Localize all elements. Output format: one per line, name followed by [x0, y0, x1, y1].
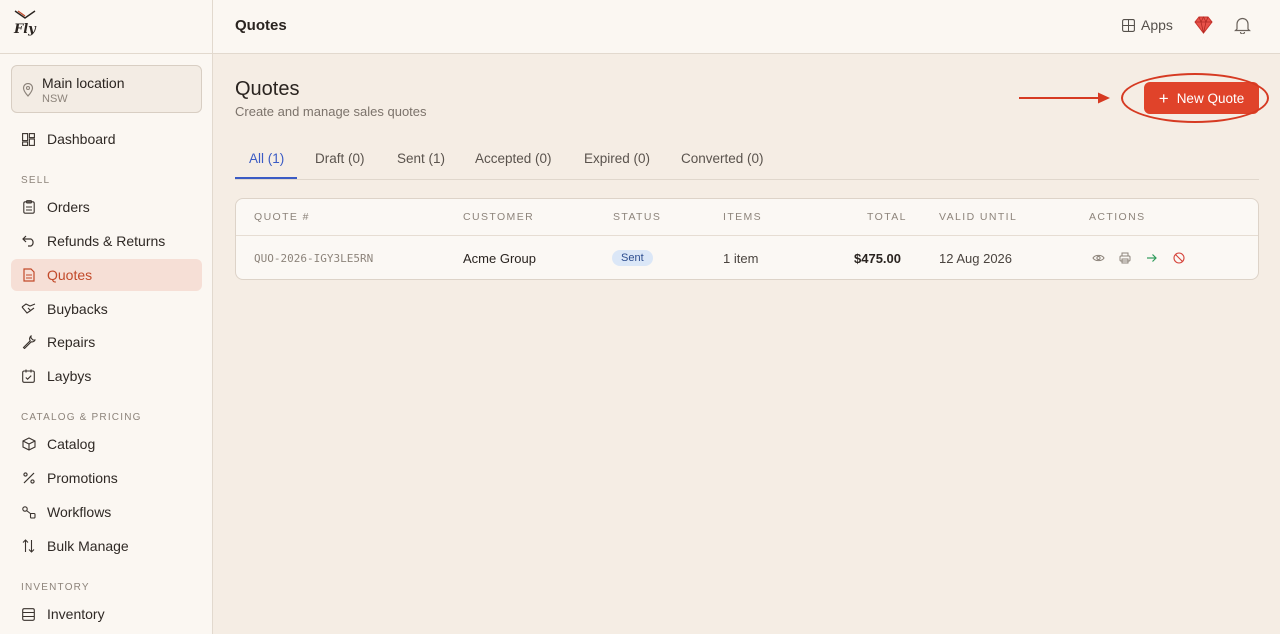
bell-icon[interactable]	[1234, 16, 1251, 39]
handshake-icon	[21, 302, 36, 317]
column-header-quote-no[interactable]: QUOTE #	[254, 211, 310, 223]
sidebar-item-repairs[interactable]: Repairs	[11, 326, 202, 358]
box-icon	[21, 437, 36, 452]
page-title: Quotes	[235, 78, 300, 100]
top-header: Quotes Apps	[213, 0, 1280, 54]
column-header-actions: ACTIONS	[1089, 211, 1146, 223]
header-title: Quotes	[235, 17, 287, 34]
annotation-arrow	[1018, 90, 1112, 111]
section-label-inventory: INVENTORY	[21, 582, 90, 593]
grid-icon	[1122, 18, 1135, 32]
quotes-table: QUOTE # CUSTOMER STATUS ITEMS TOTAL VALI…	[235, 198, 1259, 280]
sidebar-item-dashboard[interactable]: Dashboard	[11, 123, 202, 155]
sidebar-item-laybys[interactable]: Laybys	[11, 360, 202, 392]
annotation-circle	[1121, 73, 1269, 123]
sidebar-item-label: Repairs	[47, 334, 96, 350]
view-icon[interactable]	[1092, 251, 1105, 269]
cancel-icon[interactable]	[1173, 251, 1185, 269]
clipboard-icon	[21, 200, 36, 215]
dashboard-icon	[21, 132, 36, 147]
page-subtitle: Create and manage sales quotes	[235, 104, 427, 119]
gem-icon[interactable]	[1194, 16, 1213, 39]
sidebar-item-label: Dashboard	[47, 131, 116, 147]
sidebar-item-label: Orders	[47, 199, 90, 215]
sidebar-divider	[0, 53, 213, 54]
tab-all[interactable]: All (1)	[249, 151, 284, 166]
tab-expired[interactable]: Expired (0)	[584, 151, 650, 166]
column-header-items[interactable]: ITEMS	[723, 211, 762, 223]
workflow-icon	[21, 505, 36, 520]
sidebar-item-refunds-returns[interactable]: Refunds & Returns	[11, 225, 202, 257]
arrows-updown-icon	[21, 539, 36, 554]
tab-draft[interactable]: Draft (0)	[315, 151, 365, 166]
sidebar-item-buybacks[interactable]: Buybacks	[11, 293, 202, 325]
undo-icon	[21, 234, 36, 249]
sidebar-item-orders[interactable]: Orders	[11, 191, 202, 223]
calendar-check-icon	[21, 369, 36, 384]
tab-accepted[interactable]: Accepted (0)	[475, 151, 552, 166]
quote-number[interactable]: QUO-2026-IGY3LE5RN	[254, 252, 373, 265]
apps-button[interactable]: Apps	[1122, 17, 1173, 33]
sidebar-item-inventory[interactable]: Inventory	[11, 598, 202, 630]
sidebar-item-label: Inventory	[47, 606, 105, 622]
column-header-customer[interactable]: CUSTOMER	[463, 211, 534, 223]
active-tab-indicator	[235, 177, 297, 179]
sidebar-item-label: Buybacks	[47, 301, 108, 317]
status-badge: Sent	[612, 250, 653, 266]
section-label-catalog: CATALOG & PRICING	[21, 412, 142, 423]
table-header-divider	[236, 235, 1258, 236]
sidebar-item-workflows[interactable]: Workflows	[11, 496, 202, 528]
sidebar-item-quotes[interactable]: Quotes	[11, 259, 202, 291]
document-icon	[21, 268, 36, 283]
location-name: Main location	[42, 75, 125, 91]
percent-icon	[21, 471, 36, 486]
print-icon[interactable]	[1119, 251, 1131, 269]
brand-name: Fly	[14, 22, 36, 37]
sidebar-item-label: Workflows	[47, 504, 112, 520]
valid-until-date: 12 Aug 2026	[939, 251, 1013, 266]
column-header-total[interactable]: TOTAL	[867, 211, 907, 223]
sidebar-item-promotions[interactable]: Promotions	[11, 462, 202, 494]
apps-label: Apps	[1141, 17, 1173, 33]
sidebar-item-label: Catalog	[47, 436, 96, 452]
location-region: NSW	[42, 93, 68, 105]
sidebar: Fly Main location NSW Dashboard SELL Ord…	[0, 0, 213, 634]
tab-sent[interactable]: Sent (1)	[397, 151, 445, 166]
convert-arrow-icon[interactable]	[1146, 251, 1158, 269]
sidebar-item-bulk-manage[interactable]: Bulk Manage	[11, 530, 202, 562]
column-header-status[interactable]: STATUS	[613, 211, 661, 223]
sidebar-item-catalog[interactable]: Catalog	[11, 428, 202, 460]
location-selector[interactable]: Main location NSW	[11, 65, 202, 113]
sidebar-item-label: Promotions	[47, 470, 118, 486]
stack-icon	[21, 607, 36, 622]
sidebar-item-label: Quotes	[47, 267, 93, 283]
sidebar-item-label: Laybys	[47, 368, 92, 384]
tab-converted[interactable]: Converted (0)	[681, 151, 764, 166]
wrench-icon	[21, 335, 36, 350]
sidebar-item-label: Refunds & Returns	[47, 233, 166, 249]
sidebar-item-label: Bulk Manage	[47, 538, 129, 554]
status-tabs: All (1) Draft (0) Sent (1) Accepted (0) …	[235, 140, 1259, 180]
column-header-valid-until[interactable]: VALID UNTIL	[939, 211, 1017, 223]
items-count: 1 item	[723, 251, 759, 266]
section-label-sell: SELL	[21, 175, 51, 186]
customer-name: Acme Group	[463, 251, 536, 266]
quote-total: $475.00	[854, 251, 901, 266]
map-pin-icon	[22, 82, 34, 102]
